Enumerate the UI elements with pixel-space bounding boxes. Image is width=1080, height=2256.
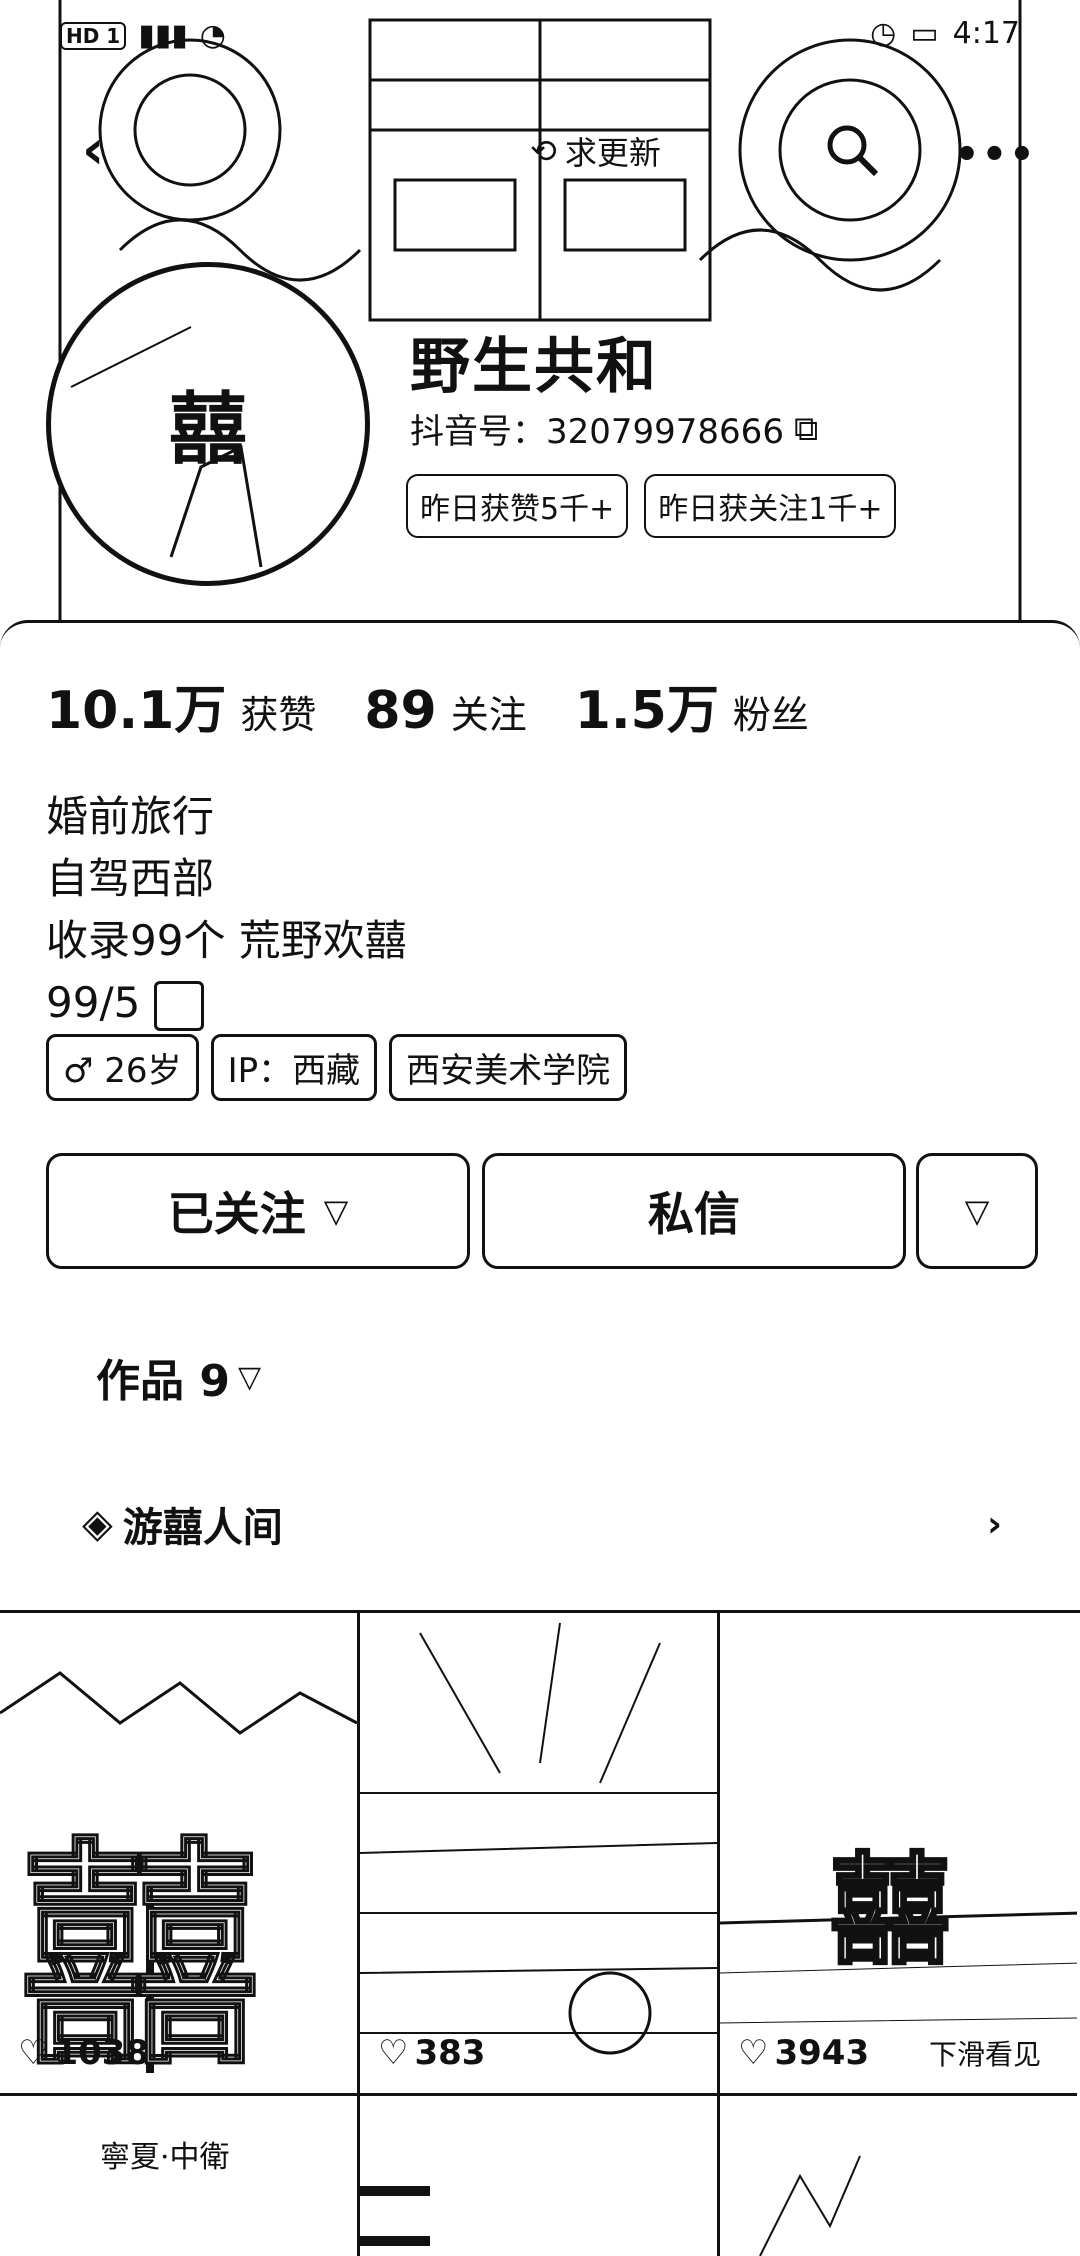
like-count: ♡ 3943 [738, 2033, 869, 2073]
like-count-text: 3943 [774, 2033, 870, 2073]
stat-fans-label[interactable]: 粉丝 [733, 684, 809, 739]
signal-icon: ▮▮▮ [138, 18, 188, 53]
followed-button[interactable]: 已关注 ▽ [46, 1153, 470, 1269]
video-overlay-character: 囍 [829, 1841, 952, 1983]
ip-chip: IP：西藏 [210, 1034, 378, 1101]
stat-likes-value: 10.1万 [46, 681, 227, 741]
heart-icon: ♡ [378, 2033, 409, 2073]
like-count: ♡ 383 [378, 2033, 485, 2073]
video-thumbnail[interactable]: 囍 ♡ 1038 [0, 1613, 360, 2093]
message-label: 私信 [648, 1187, 740, 1241]
video-thumbnail[interactable] [360, 2093, 720, 2256]
video-thumbnail[interactable] [720, 2093, 1077, 2256]
profile-chips: ♂ 26岁 IP：西藏 西安美术学院 [46, 1034, 628, 1101]
copy-icon[interactable]: ⧉ [794, 409, 818, 449]
age-text: 26岁 [104, 1051, 182, 1091]
battery-icon: ▭ [910, 16, 939, 51]
heart-icon: ♡ [738, 2033, 769, 2073]
video-thumbnail[interactable]: 寧夏·中衛 [0, 2093, 360, 2256]
stats-row: 10.1万 获赞 89 关注 1.5万 粉丝 [46, 668, 843, 743]
more-icon[interactable]: ••• [954, 132, 1037, 178]
achievement-badges: 昨日获赞5千+ 昨日获关注1千+ [406, 474, 897, 538]
stat-fans-value[interactable]: 1.5万 [575, 668, 719, 743]
video-thumbnail[interactable]: 囍 ♡ 3943 下滑看见 [720, 1613, 1077, 2093]
collection-row[interactable]: ◈ 游囍人间 › [82, 1496, 1002, 1552]
status-bar: HD 1 ▮▮▮ ◔ ◷ ▭ 4:17 [0, 0, 1080, 72]
chevron-down-icon: ▽ [237, 1359, 262, 1395]
stat-following-value[interactable]: 89 [364, 681, 436, 741]
wifi-icon: ◔ [199, 18, 226, 53]
avatar[interactable]: 囍 [46, 262, 370, 586]
status-right: ◷ ▭ 4:17 [870, 16, 1020, 51]
gender-icon: ♂ [63, 1051, 105, 1091]
collection-label: 游囍人间 [122, 1505, 283, 1551]
like-count: ♡ 1038 [18, 2033, 149, 2073]
status-time: 4:17 [952, 16, 1020, 51]
likes-badge: 昨日获赞5千+ [406, 474, 629, 538]
empty-box [154, 980, 205, 1031]
hd-badge: HD 1 [60, 21, 127, 50]
follows-badge: 昨日获关注1千+ [644, 474, 897, 538]
stat-likes-label: 获赞 [240, 693, 317, 737]
video-thumbnail[interactable]: ♡ 383 [360, 1613, 720, 2093]
stat-following-label[interactable]: 关注 [451, 684, 527, 739]
request-update-button[interactable]: ⟲ 求更新 [530, 128, 661, 174]
works-label: 作品 9 [96, 1356, 230, 1407]
bio-line: 99/5 [46, 972, 407, 1034]
stack-icon: ◈ [82, 1501, 113, 1547]
back-icon[interactable]: ‹ [82, 120, 142, 180]
alarm-icon: ◷ [870, 16, 897, 51]
avatar-character: 囍 [169, 385, 248, 475]
video-caption: 寧夏·中衛 [100, 2140, 230, 2175]
status-left: HD 1 ▮▮▮ ◔ [60, 18, 226, 53]
nickname: 野生共和 [410, 332, 658, 402]
update-label: 求更新 [564, 134, 661, 172]
update-icon: ⟲ [530, 132, 557, 170]
douyin-id[interactable]: 抖音号：32079978666 ⧉ [410, 404, 818, 453]
bio: 婚前旅行 自驾西部 收录99个 荒野欢囍 99/5 [46, 786, 407, 1034]
like-count-text: 383 [414, 2033, 486, 2073]
chevron-down-icon: ▽ [964, 1192, 990, 1230]
bio-line: 收录99个 荒野欢囍 [46, 916, 407, 965]
school-chip[interactable]: 西安美术学院 [389, 1034, 628, 1101]
douyin-id-text: 抖音号：32079978666 [410, 412, 784, 452]
video-caption: 下滑看见 [928, 2038, 1041, 2071]
chevron-right-icon: › [987, 1503, 1002, 1545]
bio-line: 婚前旅行 [46, 792, 215, 841]
bio-line-text: 99/5 [46, 978, 141, 1027]
video-grid: 囍 ♡ 1038 ♡ 383 囍 ♡ 3943 下滑看见 寧夏·中衛 [0, 1610, 1080, 2256]
tab-works[interactable]: 作品 9 ▽ [96, 1345, 261, 1409]
search-icon[interactable] [820, 118, 884, 182]
age-chip: ♂ 26岁 [46, 1034, 199, 1101]
more-actions-button[interactable]: ▽ [916, 1153, 1038, 1269]
message-button[interactable]: 私信 [482, 1153, 906, 1269]
followed-label: 已关注 [167, 1187, 306, 1241]
like-count-text: 1038 [54, 2033, 150, 2073]
chevron-down-icon: ▽ [323, 1192, 349, 1230]
heart-icon: ♡ [18, 2033, 49, 2073]
bio-line: 自驾西部 [46, 854, 215, 903]
